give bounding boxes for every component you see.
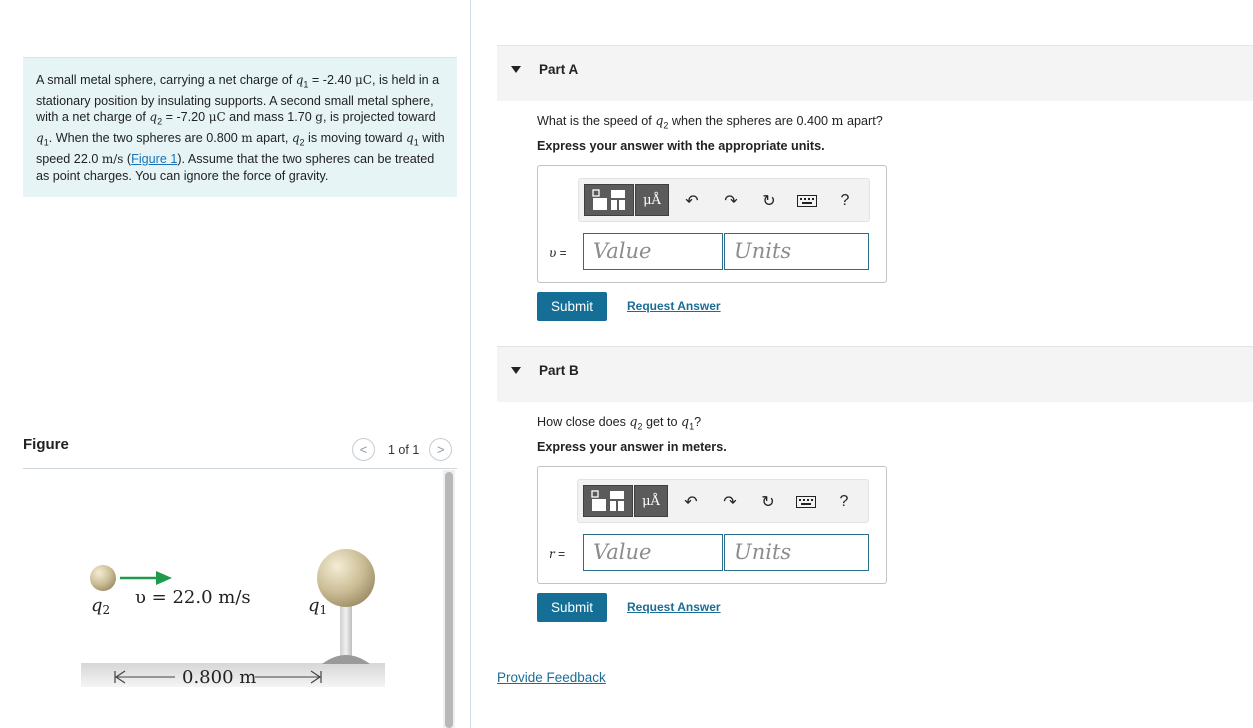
- expand-triangle-icon: [511, 367, 521, 374]
- figure-count: 1 of 1: [388, 442, 420, 457]
- support-base: [322, 655, 370, 664]
- distance-label: 0.800 m: [182, 667, 256, 688]
- sphere-q2: [90, 565, 116, 591]
- templates-icon: [592, 189, 625, 210]
- part-b-header[interactable]: Part B: [497, 346, 1253, 402]
- part-a-request-answer-link[interactable]: Request Answer: [627, 299, 721, 313]
- part-b-variable-label: r =: [549, 547, 566, 561]
- figure-divider: [23, 468, 457, 469]
- pane-divider: [470, 0, 471, 728]
- figure-pager: < 1 of 1 >: [352, 438, 453, 461]
- part-a-answer-box: μÅ ↶ ↷ ↻ ? υ = Value Units: [537, 165, 887, 283]
- templates-icon: [591, 490, 624, 511]
- part-a-instruction: Express your answer with the appropriate…: [537, 139, 825, 153]
- part-b-instruction: Express your answer in meters.: [537, 440, 727, 454]
- velocity-arrowhead: [156, 571, 172, 585]
- chevron-right-icon: >: [436, 442, 445, 457]
- part-a-question: What is the speed of q2 when the spheres…: [537, 113, 883, 131]
- part-a-value-input[interactable]: Value: [583, 233, 723, 270]
- units-button[interactable]: μÅ: [634, 485, 668, 517]
- part-a-header[interactable]: Part A: [497, 45, 1253, 101]
- sphere-q1: [317, 549, 375, 607]
- left-pane: A small metal sphere, carrying a net cha…: [0, 0, 470, 728]
- figure-image: q2 υ = 22.0 m/s q1 0.800 m: [81, 549, 385, 688]
- help-icon[interactable]: ?: [833, 492, 855, 512]
- provide-feedback-link[interactable]: Provide Feedback: [497, 670, 606, 685]
- reset-icon[interactable]: ↻: [758, 191, 780, 211]
- part-a-variable-label: υ =: [549, 246, 567, 260]
- speed-label: υ = 22.0 m/s: [135, 587, 251, 608]
- keyboard-icon[interactable]: [795, 492, 817, 512]
- redo-icon[interactable]: ↷: [720, 191, 742, 211]
- figure-next-button[interactable]: >: [429, 438, 453, 461]
- undo-icon[interactable]: ↶: [680, 492, 702, 512]
- units-button[interactable]: μÅ: [635, 184, 669, 216]
- figure-scrollbar-thumb[interactable]: [445, 472, 453, 728]
- part-a-label: Part A: [539, 62, 579, 77]
- part-b-units-input[interactable]: Units: [724, 534, 869, 571]
- templates-button[interactable]: [583, 485, 633, 517]
- part-a-units-input[interactable]: Units: [724, 233, 869, 270]
- undo-icon[interactable]: ↶: [681, 191, 703, 211]
- redo-icon[interactable]: ↷: [719, 492, 741, 512]
- templates-button[interactable]: [584, 184, 634, 216]
- part-b-question: How close does q2 get to q1?: [537, 414, 702, 432]
- problem-statement: A small metal sphere, carrying a net cha…: [23, 57, 457, 197]
- figure-title: Figure: [23, 436, 69, 453]
- chevron-left-icon: <: [359, 442, 368, 457]
- part-b-request-answer-link[interactable]: Request Answer: [627, 600, 721, 614]
- part-b-answer-box: μÅ ↶ ↷ ↻ ? r = Value Units: [537, 466, 887, 584]
- part-b-label: Part B: [539, 363, 579, 378]
- q1-label: q1: [308, 595, 327, 617]
- keyboard-icon[interactable]: [796, 191, 818, 211]
- part-b-toolbar: μÅ ↶ ↷ ↻ ?: [577, 479, 869, 523]
- units-icon: μÅ: [642, 493, 660, 509]
- reset-icon[interactable]: ↻: [757, 492, 779, 512]
- expand-triangle-icon: [511, 66, 521, 73]
- units-icon: μÅ: [643, 192, 661, 208]
- figure-link[interactable]: Figure 1: [131, 152, 177, 166]
- figure-prev-button[interactable]: <: [352, 438, 375, 461]
- q2-label: q2: [91, 595, 110, 617]
- part-a-submit-button[interactable]: Submit: [537, 292, 607, 321]
- insulating-support: [340, 605, 352, 658]
- help-icon[interactable]: ?: [834, 191, 856, 211]
- part-b-value-input[interactable]: Value: [583, 534, 723, 571]
- part-b-submit-button[interactable]: Submit: [537, 593, 607, 622]
- part-a-toolbar: μÅ ↶ ↷ ↻ ?: [578, 178, 870, 222]
